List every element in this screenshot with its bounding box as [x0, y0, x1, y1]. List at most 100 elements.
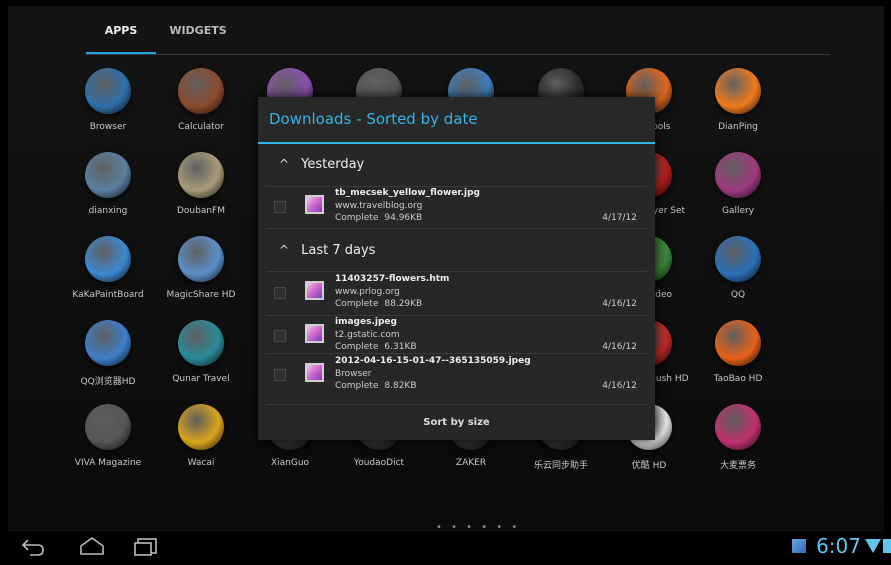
divider [266, 271, 647, 272]
clock: 6:07 [816, 534, 861, 558]
app-label: VIVA Magazine [74, 458, 142, 468]
app-label: QQ浏览器HD [80, 377, 136, 387]
app-qq[interactable]: QQ [693, 236, 783, 300]
image-file-icon [305, 324, 324, 343]
app-taobao-hd[interactable]: TaoBao HD [693, 320, 783, 384]
app-label: Qunar Travel [172, 374, 230, 384]
wifi-icon [865, 539, 881, 553]
status-text: Complete [335, 342, 379, 352]
taobao-icon [715, 320, 761, 366]
file-host: www.prlog.org [335, 287, 400, 297]
file-status: Complete 94.96KB [335, 213, 422, 223]
sort-by-size-button[interactable]: Sort by size [258, 405, 655, 440]
battery-icon [883, 539, 891, 553]
viva-icon [85, 404, 131, 450]
app-label: DianPing [718, 122, 758, 132]
app-dianxing[interactable]: dianxing [63, 152, 153, 216]
app-qunar-travel[interactable]: Qunar Travel [156, 320, 246, 384]
file-host: t2.gstatic.com [335, 330, 400, 340]
app-label: dianxing [88, 206, 128, 216]
status-area[interactable]: 6:07 [792, 534, 891, 558]
tab-widgets[interactable]: WIDGETS [168, 6, 228, 52]
app-gallery[interactable]: Gallery [693, 152, 783, 216]
app-doubanfm[interactable]: DoubanFM [156, 152, 246, 216]
app-label: XianGuo [270, 458, 310, 468]
app-label: QQ [730, 290, 746, 300]
status-text: Complete [335, 213, 379, 223]
wacai-icon [178, 404, 224, 450]
download-row[interactable]: images.jpeg t2.gstatic.com Complete 6.31K… [268, 317, 645, 357]
file-date: 4/16/12 [602, 299, 637, 309]
downloads-dialog: Downloads - Sorted by date ^ Yesterday t… [258, 97, 655, 440]
file-name: 2012-04-16-15-01-47--365135059.jpeg [335, 356, 531, 366]
globe-icon [85, 68, 131, 114]
row-checkbox[interactable] [274, 369, 286, 381]
home-icon[interactable] [78, 534, 106, 558]
divider [266, 186, 647, 187]
status-text: Complete [335, 299, 379, 309]
file-status: Complete 8.82KB [335, 381, 417, 391]
gallery-notification-icon[interactable] [792, 539, 807, 553]
file-size: 6.31KB [384, 342, 417, 352]
row-checkbox[interactable] [274, 201, 286, 213]
image-file-icon [305, 195, 324, 214]
app-label: DoubanFM [176, 206, 225, 216]
group-header-yesterday[interactable]: ^ Yesterday [258, 146, 655, 182]
app-item-27[interactable]: 大麦票务 [693, 404, 783, 471]
row-checkbox[interactable] [274, 287, 286, 299]
file-status: Complete 6.31KB [335, 342, 417, 352]
recent-apps-icon[interactable] [132, 534, 160, 558]
app-label: 优酷 HD [631, 461, 667, 471]
group-label: Last 7 days [301, 243, 376, 258]
app-label: 乐云同步助手 [533, 461, 588, 471]
app-viva-magazine[interactable]: VIVA Magazine [63, 404, 153, 468]
file-size: 8.82KB [384, 381, 417, 391]
app-kakapaintboard[interactable]: KaKaPaintBoard [63, 236, 153, 300]
app-label: TaoBao HD [713, 374, 763, 384]
app-label: 大麦票务 [719, 461, 756, 471]
tab-apps[interactable]: APPS [86, 6, 156, 55]
app-label: YoudaoDict [353, 458, 405, 468]
image-file-icon [305, 281, 324, 300]
app-label: Calculator [178, 122, 224, 132]
app-label: ZAKER [455, 458, 487, 468]
file-date: 4/16/12 [602, 381, 637, 391]
penguin-icon [715, 236, 761, 282]
file-date: 4/16/12 [602, 342, 637, 352]
app-label: KaKaPaintBoard [72, 290, 144, 300]
system-nav-bar: 6:07 [0, 532, 891, 560]
app-label: Wacai [187, 458, 215, 468]
app-browser[interactable]: Browser [63, 68, 153, 132]
app-magicshare-hd[interactable]: MagicShare HD [156, 236, 246, 300]
app-wacai[interactable]: Wacai [156, 404, 246, 468]
file-date: 4/17/12 [602, 213, 637, 223]
download-row[interactable]: 11403257-flowers.htm www.prlog.org Compl… [268, 274, 645, 314]
chevron-up-icon: ^ [279, 157, 290, 171]
dialog-title: Downloads - Sorted by date [258, 97, 655, 142]
house-icon [178, 236, 224, 282]
file-name: 11403257-flowers.htm [335, 274, 450, 284]
app-calculator[interactable]: Calculator [156, 68, 246, 132]
target-icon [85, 152, 131, 198]
app-label: MagicShare HD [166, 290, 236, 300]
app-qq-hd[interactable]: QQ浏览器HD [63, 320, 153, 387]
app-dianping[interactable]: DianPing [693, 68, 783, 132]
download-row[interactable]: 2012-04-16-15-01-47--365135059.jpeg Brow… [268, 356, 645, 396]
launcher-tabs: APPS WIDGETS [8, 6, 884, 55]
paint-icon [85, 236, 131, 282]
file-name: images.jpeg [335, 317, 397, 327]
download-row[interactable]: tb_mecsek_yellow_flower.jpg www.travelbl… [268, 188, 645, 228]
group-header-last-7-days[interactable]: ^ Last 7 days [258, 232, 655, 268]
back-icon[interactable] [20, 534, 46, 558]
divider [266, 315, 647, 316]
row-checkbox[interactable] [274, 330, 286, 342]
file-size: 94.96KB [384, 213, 423, 223]
app-label: Browser [89, 122, 127, 132]
dialog-title-divider [258, 142, 655, 144]
divider [266, 353, 647, 354]
group-label: Yesterday [301, 157, 365, 172]
chevron-up-icon: ^ [279, 243, 290, 257]
file-name: tb_mecsek_yellow_flower.jpg [335, 188, 480, 198]
radio-icon [178, 152, 224, 198]
file-status: Complete 88.29KB [335, 299, 422, 309]
